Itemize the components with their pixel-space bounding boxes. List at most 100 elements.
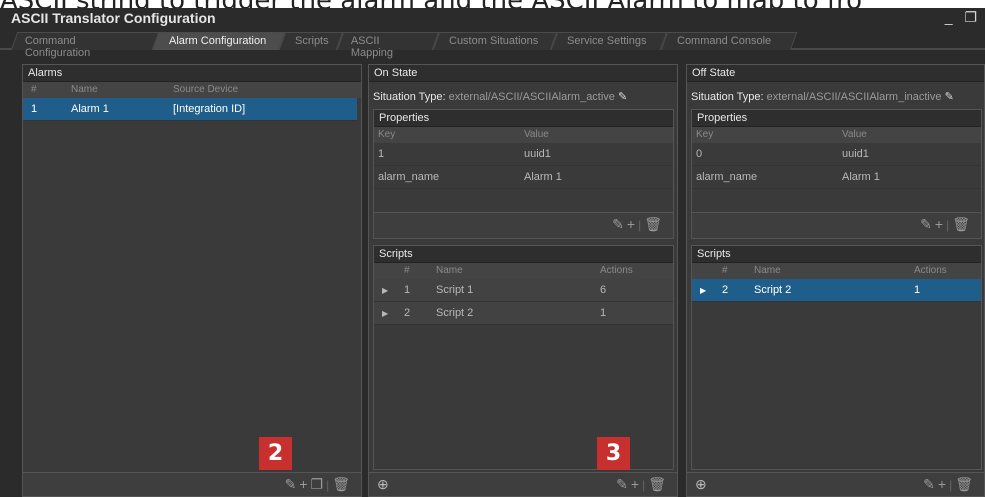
expand-icon[interactable]: ▶ (700, 279, 706, 302)
off-state-header: Off State (687, 65, 984, 82)
col-name[interactable]: Name (71, 82, 98, 98)
col-key[interactable]: Key (696, 127, 713, 143)
off-scripts-header: Scripts (692, 246, 981, 263)
off-property-row[interactable]: alarm_name Alarm 1 (692, 166, 981, 189)
on-script-row[interactable]: ▶ 2 Script 2 1 (374, 302, 673, 325)
add-circle-icon[interactable]: ⊕ (695, 476, 707, 493)
title-bar: ASCII Translator Configuration _ ❐ (0, 8, 985, 28)
col-value[interactable]: Value (524, 127, 549, 143)
edit-situation-icon[interactable]: ✎ (618, 91, 627, 103)
delete-icon[interactable]: 🗑 (952, 216, 973, 232)
property-value: Alarm 1 (524, 171, 562, 183)
copy-icon[interactable]: ❐ (311, 476, 327, 492)
on-script-row[interactable]: ▶ 1 Script 1 6 (374, 279, 673, 302)
tab-service-settings[interactable]: Service Settings (550, 32, 668, 50)
off-properties-header: Properties (692, 110, 981, 127)
alarm-row[interactable]: 1 Alarm 1 [Integration ID] (23, 98, 357, 121)
edit-situation-icon[interactable]: ✎ (945, 91, 954, 103)
alarm-source: [Integration ID] (173, 103, 246, 115)
delete-icon[interactable]: 🗑 (648, 476, 669, 492)
tab-command-console[interactable]: Command Console (660, 32, 798, 50)
on-state-header: On State (369, 65, 677, 82)
script-number: 2 (404, 307, 411, 319)
off-property-row[interactable]: 0 uuid1 (692, 143, 981, 166)
col-number[interactable]: # (31, 82, 37, 98)
off-situation-value: external/ASCII/ASCIIAlarm_inactive (766, 91, 942, 103)
expand-icon[interactable]: ▶ (382, 279, 388, 302)
alarms-header: Alarms (23, 65, 361, 82)
add-icon[interactable]: + (935, 216, 946, 232)
script-number: 1 (404, 284, 411, 296)
on-state-panel: On State Situation Type: external/ASCII/… (368, 64, 678, 497)
alarms-toolbar: ✎+❐|🗑 (285, 476, 353, 493)
on-property-row[interactable]: alarm_name Alarm 1 (374, 166, 673, 189)
off-scripts-column-header: # Name Actions (692, 263, 981, 279)
tab-custom-situations[interactable]: Custom Situations (432, 32, 558, 50)
tab-ascii-mapping[interactable]: ASCII Mapping (336, 32, 440, 59)
off-state-panel: Off State Situation Type: external/ASCII… (686, 64, 985, 497)
edit-icon[interactable]: ✎ (616, 476, 631, 492)
property-value: uuid1 (524, 148, 551, 160)
alarms-panel: Alarms # Name Source Device 1 Alarm 1 [I… (22, 64, 362, 497)
alarm-number: 1 (31, 103, 38, 115)
on-properties-toolbar: ✎+|🗑 (612, 216, 665, 233)
edit-icon[interactable]: ✎ (285, 476, 300, 492)
delete-icon[interactable]: 🗑 (644, 216, 665, 232)
on-situation-type: Situation Type: external/ASCII/ASCIIAlar… (373, 87, 627, 107)
off-scripts-toolbar: ✎+|🗑 (923, 476, 976, 493)
add-icon[interactable]: + (627, 216, 638, 232)
add-icon[interactable]: + (631, 476, 642, 492)
on-properties-column-header: Key Value (374, 127, 673, 143)
edit-icon[interactable]: ✎ (923, 476, 938, 492)
col-actions[interactable]: Actions (914, 263, 947, 279)
script-actions: 1 (600, 307, 607, 319)
window-title: ASCII Translator Configuration (11, 10, 216, 26)
on-scripts-column-header: # Name Actions (374, 263, 673, 279)
property-value: Alarm 1 (842, 171, 880, 183)
alarm-name: Alarm 1 (71, 103, 109, 115)
step-badge-2: 2 (259, 437, 292, 470)
on-properties-panel: Properties Key Value 1 uuid1 alarm_name … (373, 109, 674, 239)
tab-scripts[interactable]: Scripts (278, 32, 344, 50)
col-value[interactable]: Value (842, 127, 867, 143)
property-key: alarm_name (378, 171, 440, 183)
off-situation-type: Situation Type: external/ASCII/ASCIIAlar… (691, 87, 954, 107)
edit-icon[interactable]: ✎ (920, 216, 935, 232)
property-key: 1 (378, 148, 385, 160)
window-controls[interactable]: _ ❐ (945, 9, 981, 26)
col-name[interactable]: Name (754, 263, 781, 279)
alarms-footer: ✎+❐|🗑 (23, 472, 361, 496)
script-name: Script 2 (754, 284, 792, 296)
on-situation-label: Situation Type: (373, 91, 446, 103)
property-key: 0 (696, 148, 703, 160)
on-situation-value: external/ASCII/ASCIIAlarm_active (448, 91, 615, 103)
tab-alarm-configuration[interactable]: Alarm Configuration (152, 32, 286, 50)
off-script-row[interactable]: ▶ 2 Script 2 1 (692, 279, 981, 302)
add-circle-icon[interactable]: ⊕ (377, 476, 389, 493)
on-property-row[interactable]: 1 uuid1 (374, 143, 673, 166)
app-window: ASCII Translator Configuration _ ❐ Comma… (0, 8, 985, 497)
edit-icon[interactable]: ✎ (612, 216, 627, 232)
tab-command-configuration[interactable]: Command Configuration (10, 32, 160, 59)
script-actions: 6 (600, 284, 607, 296)
col-source-device[interactable]: Source Device (173, 82, 238, 98)
script-actions: 1 (914, 284, 921, 296)
add-icon[interactable]: + (299, 476, 310, 492)
on-state-footer: ⊕ ✎+|🗑 (369, 472, 677, 496)
col-actions[interactable]: Actions (600, 263, 633, 279)
script-name: Script 2 (436, 307, 474, 319)
step-badge-3: 3 (597, 437, 630, 470)
tab-bar: Command Configuration Alarm Configuratio… (0, 28, 985, 59)
off-properties-toolbar: ✎+|🗑 (920, 216, 973, 233)
on-properties-footer: ✎+|🗑 (374, 212, 673, 238)
property-key: alarm_name (696, 171, 758, 183)
delete-icon[interactable]: 🗑 (332, 476, 353, 492)
col-number[interactable]: # (404, 263, 410, 279)
col-key[interactable]: Key (378, 127, 395, 143)
delete-icon[interactable]: 🗑 (955, 476, 976, 492)
add-icon[interactable]: + (938, 476, 949, 492)
col-number[interactable]: # (722, 263, 728, 279)
script-name: Script 1 (436, 284, 474, 296)
expand-icon[interactable]: ▶ (382, 302, 388, 325)
col-name[interactable]: Name (436, 263, 463, 279)
